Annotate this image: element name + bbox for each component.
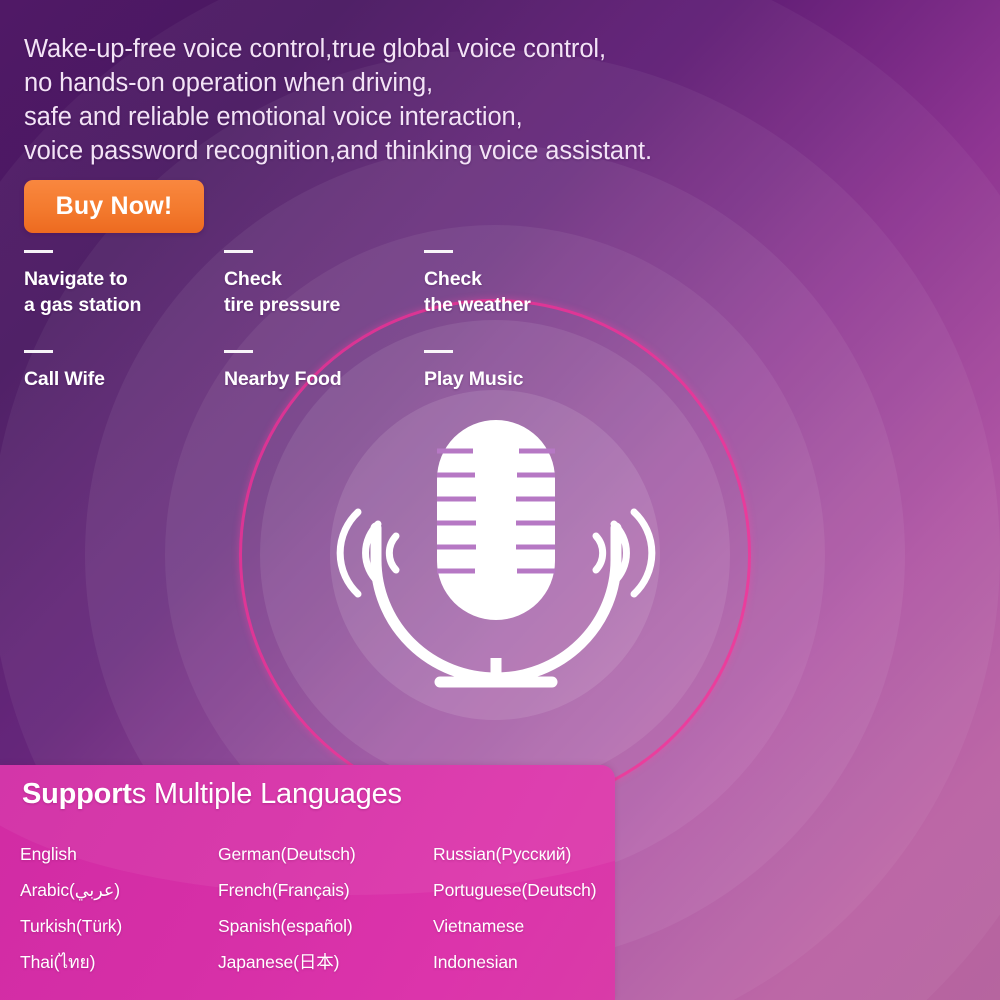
dash-icon xyxy=(424,350,453,353)
feature-item-navigate-gas-station[interactable]: Navigate to a gas station xyxy=(24,250,224,350)
language-item: French(Français) xyxy=(218,880,350,900)
language-item: German(Deutsch) xyxy=(218,844,356,864)
language-row: English German(Deutsch) Russian(Русский) xyxy=(20,843,610,879)
dash-icon xyxy=(24,250,53,253)
languages-title-bold: Support xyxy=(22,778,132,810)
feature-label: Check the weather xyxy=(424,268,531,316)
promo-banner: Wake-up-free voice control,true global v… xyxy=(0,0,1000,1000)
language-item: Russian(Русский) xyxy=(433,844,572,864)
feature-label: Nearby Food xyxy=(224,368,342,390)
feature-item-check-tire-pressure[interactable]: Check tire pressure xyxy=(224,250,424,350)
language-item: Portuguese(Deutsch) xyxy=(433,880,597,900)
dash-icon xyxy=(224,250,253,253)
language-item: Arabic(عربي) xyxy=(20,880,121,900)
headline: Wake-up-free voice control,true global v… xyxy=(24,32,964,168)
headline-line-1: Wake-up-free voice control,true global v… xyxy=(24,35,606,63)
microphone-icon xyxy=(336,420,656,688)
language-item: English xyxy=(20,844,77,864)
feature-label: Check tire pressure xyxy=(224,268,341,316)
languages-title-rest: s Multiple Languages xyxy=(131,778,402,810)
language-row: Arabic(عربي) French(Français) Portuguese… xyxy=(20,879,610,915)
feature-label: Play Music xyxy=(424,368,524,390)
language-item: Japanese(日本) xyxy=(218,952,340,972)
language-item: Vietnamese xyxy=(433,916,525,936)
feature-item-call-wife[interactable]: Call Wife xyxy=(24,350,224,450)
language-item: Indonesian xyxy=(433,952,518,972)
dash-icon xyxy=(224,350,253,353)
language-item: Thai(ไทย) xyxy=(20,952,96,972)
dash-icon xyxy=(24,350,53,353)
headline-line-4: voice password recognition,and thinking … xyxy=(24,137,653,165)
feature-label: Navigate to a gas station xyxy=(24,268,142,316)
headline-line-3: safe and reliable emotional voice intera… xyxy=(24,103,523,131)
languages-panel-title: Supports Multiple Languages xyxy=(22,774,402,814)
feature-label: Call Wife xyxy=(24,368,105,390)
language-row: Turkish(Türk) Spanish(español) Vietnames… xyxy=(20,915,610,951)
language-item: Spanish(español) xyxy=(218,916,353,936)
dash-icon xyxy=(424,250,453,253)
languages-grid: English German(Deutsch) Russian(Русский)… xyxy=(20,843,610,987)
language-row: Thai(ไทย) Japanese(日本) Indonesian xyxy=(20,951,610,987)
supported-languages-panel: Supports Multiple Languages English Germ… xyxy=(0,765,615,1000)
buy-now-button[interactable]: Buy Now! xyxy=(24,180,204,233)
feature-item-check-the-weather[interactable]: Check the weather xyxy=(424,250,624,350)
feature-row: Navigate to a gas station Check tire pre… xyxy=(24,250,624,350)
headline-line-2: no hands-on operation when driving, xyxy=(24,69,434,97)
language-item: Turkish(Türk) xyxy=(20,916,123,936)
